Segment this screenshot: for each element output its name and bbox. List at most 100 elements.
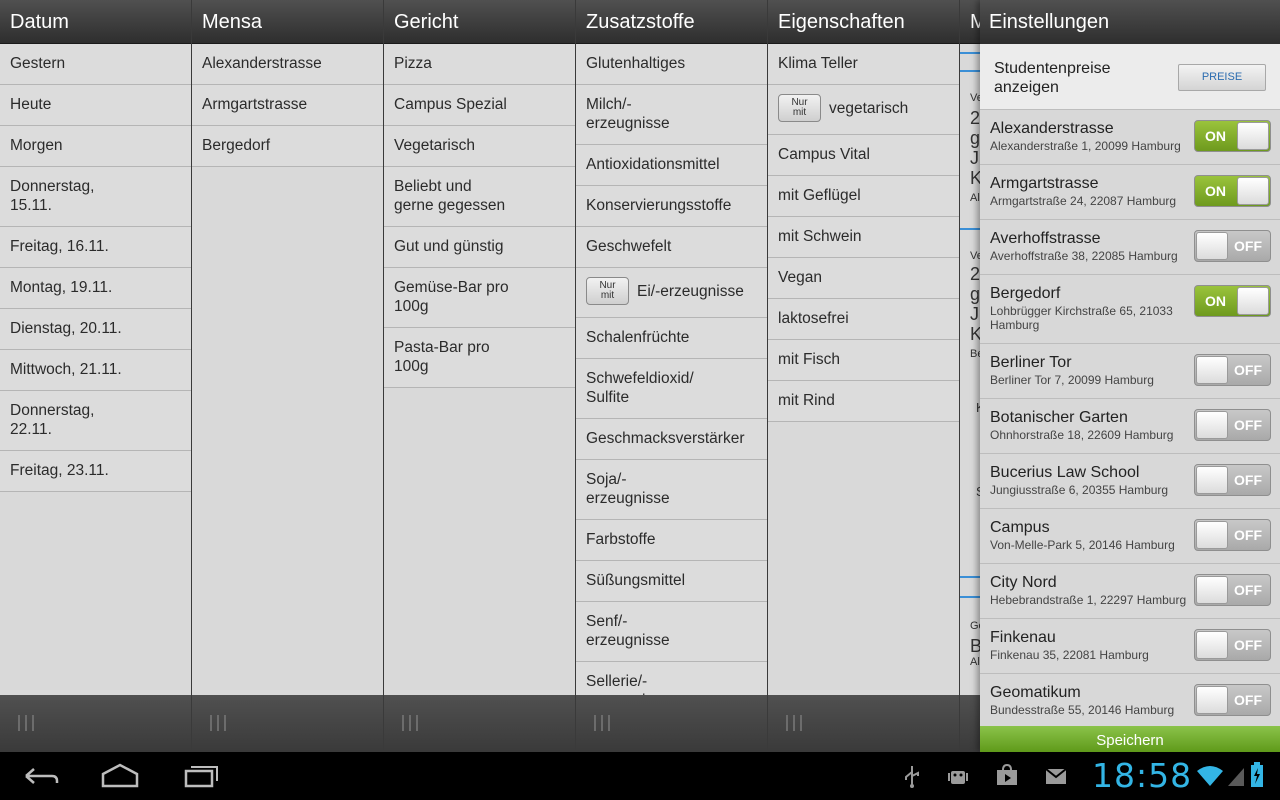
save-button[interactable]: Speichern [980, 726, 1280, 752]
column-zusatzstoffe: Zusatzstoffe Glutenhaltiges Milch/- erze… [576, 0, 767, 752]
list-item[interactable]: Armgartstrasse [192, 85, 383, 126]
list-item[interactable]: Klima Teller [768, 44, 959, 85]
list-item[interactable]: Gestern [0, 44, 191, 85]
mensa-toggle[interactable]: OFF [1194, 519, 1271, 551]
list-item[interactable]: Campus Vital [768, 135, 959, 176]
list-item[interactable]: Senf/- erzeugnisse [576, 602, 767, 662]
mensa-toggle[interactable]: OFF [1194, 464, 1271, 496]
gmail-icon [1045, 768, 1067, 784]
list-item[interactable]: Sellerie/- erzeugnisse [576, 662, 767, 695]
mensa-toggle[interactable]: OFF [1194, 684, 1271, 716]
list-item[interactable]: Bergedorf [192, 126, 383, 167]
column-eigenschaften: Eigenschaften Klima Teller Nur mit veget… [768, 0, 959, 752]
mensa-setting-row: Campus Von-Melle-Park 5, 20146 Hamburg O… [980, 509, 1280, 564]
date-list[interactable]: Gestern Heute Morgen Donnerstag, 15.11. … [0, 44, 191, 695]
list-item[interactable]: Beliebt und gerne gegessen [384, 167, 575, 227]
mensa-toggle[interactable]: OFF [1194, 230, 1271, 262]
mensa-name: Averhoffstrasse [990, 230, 1101, 247]
column-footer [384, 695, 575, 752]
list-item[interactable]: Nur mit vegetarisch [768, 85, 959, 135]
list-item[interactable]: Vegetarisch [384, 126, 575, 167]
list-item[interactable]: Freitag, 23.11. [0, 451, 191, 492]
recent-apps-icon[interactable] [182, 760, 220, 792]
drag-handle-icon[interactable] [594, 715, 614, 731]
list-item[interactable]: Geschwefelt [576, 227, 767, 268]
column-header: Datum [0, 0, 191, 44]
mensa-setting-row: Berliner Tor Berliner Tor 7, 20099 Hambu… [980, 344, 1280, 399]
mensa-address: Alexanderstraße 1, 20099 Hamburg [990, 139, 1181, 153]
list-item[interactable]: Morgen [0, 126, 191, 167]
mensa-name: Campus [990, 519, 1050, 536]
list-item[interactable]: Geschmacksverstärker [576, 419, 767, 460]
list-item[interactable]: Alexanderstrasse [192, 44, 383, 85]
list-item[interactable]: mit Rind [768, 381, 959, 422]
mensa-address: Finkenau 35, 22081 Hamburg [990, 648, 1149, 662]
list-item[interactable]: Konservierungsstoffe [576, 186, 767, 227]
list-item[interactable]: Mittwoch, 21.11. [0, 350, 191, 391]
list-item[interactable]: Soja/- erzeugnisse [576, 460, 767, 520]
column-footer [576, 695, 767, 752]
mensa-toggle[interactable]: OFF [1194, 409, 1271, 441]
list-item[interactable]: Campus Spezial [384, 85, 575, 126]
drag-handle-icon[interactable] [786, 715, 806, 731]
mensa-name: Bergedorf [990, 285, 1061, 302]
mensa-toggle[interactable]: OFF [1194, 354, 1271, 386]
home-icon[interactable] [100, 760, 140, 792]
mensa-setting-row: Bucerius Law School Jungiusstraße 6, 203… [980, 454, 1280, 509]
nur-mit-toggle[interactable]: Nur mit [778, 94, 821, 122]
mensa-list[interactable]: Alexanderstrasse Armgartstrasse Bergedor… [192, 44, 383, 695]
drag-handle-icon[interactable] [210, 715, 230, 731]
prices-button[interactable]: PREISE [1178, 64, 1266, 91]
list-item[interactable]: Nur mit Ei/-erzeugnisse [576, 268, 767, 318]
list-item[interactable]: Montag, 19.11. [0, 268, 191, 309]
column-header: Zusatzstoffe [576, 0, 767, 44]
column-header: Eigenschaften [768, 0, 959, 44]
mensa-setting-row: Geomatikum Bundesstraße 55, 20146 Hambur… [980, 674, 1280, 729]
drag-handle-icon[interactable] [402, 715, 422, 731]
settings-panel: Einstellungen Studentenpreise anzeigen P… [980, 0, 1280, 752]
list-item[interactable]: mit Geflügel [768, 176, 959, 217]
list-item[interactable]: Vegan [768, 258, 959, 299]
mensa-toggle[interactable]: ON [1194, 285, 1271, 317]
list-item[interactable]: Heute [0, 85, 191, 126]
system-bar: 18:58 [0, 752, 1280, 800]
properties-list[interactable]: Klima Teller Nur mit vegetarisch Campus … [768, 44, 959, 695]
drag-handle-icon[interactable] [18, 715, 38, 731]
list-item[interactable]: Farbstoffe [576, 520, 767, 561]
list-item[interactable]: Gut und günstig [384, 227, 575, 268]
list-item[interactable]: laktosefrei [768, 299, 959, 340]
list-item[interactable]: Antioxidationsmittel [576, 145, 767, 186]
mensa-name: Alexanderstrasse [990, 120, 1114, 137]
mensa-address: Lohbrügger Kirchstraße 65, 21033 Hamburg [990, 304, 1173, 332]
list-item[interactable]: Glutenhaltiges [576, 44, 767, 85]
mensa-toggle[interactable]: OFF [1194, 629, 1271, 661]
mensa-toggle[interactable]: OFF [1194, 574, 1271, 606]
list-item[interactable]: Pasta-Bar pro 100g [384, 328, 575, 388]
list-item[interactable]: Gemüse-Bar pro 100g [384, 268, 575, 328]
dish-list[interactable]: Pizza Campus Spezial Vegetarisch Beliebt… [384, 44, 575, 695]
list-item[interactable]: Schalenfrüchte [576, 318, 767, 359]
list-item[interactable]: Dienstag, 20.11. [0, 309, 191, 350]
usb-icon [905, 766, 919, 788]
additives-list[interactable]: Glutenhaltiges Milch/- erzeugnisse Antio… [576, 44, 767, 695]
mensa-name: Berliner Tor [990, 354, 1072, 371]
list-item[interactable]: Milch/- erzeugnisse [576, 85, 767, 145]
column-footer [0, 695, 191, 752]
nur-mit-toggle[interactable]: Nur mit [586, 277, 629, 305]
list-item[interactable]: mit Fisch [768, 340, 959, 381]
list-item[interactable]: Donnerstag, 22.11. [0, 391, 191, 451]
list-item[interactable]: Freitag, 16.11. [0, 227, 191, 268]
list-item[interactable]: mit Schwein [768, 217, 959, 258]
column-mensa: Mensa Alexanderstrasse Armgartstrasse Be… [192, 0, 383, 752]
list-item[interactable]: Pizza [384, 44, 575, 85]
back-icon[interactable] [22, 760, 60, 792]
mensa-toggle[interactable]: ON [1194, 175, 1271, 207]
list-item[interactable]: Schwefeldioxid/ Sulfite [576, 359, 767, 419]
mensa-name: Botanischer Garten [990, 409, 1128, 426]
mensa-address: Von-Melle-Park 5, 20146 Hamburg [990, 538, 1175, 552]
mensa-name: Armgartstrasse [990, 175, 1099, 192]
mensa-toggle[interactable]: ON [1194, 120, 1271, 152]
list-item[interactable]: Süßungsmittel [576, 561, 767, 602]
list-item[interactable]: Donnerstag, 15.11. [0, 167, 191, 227]
battery-icon [1251, 762, 1263, 787]
